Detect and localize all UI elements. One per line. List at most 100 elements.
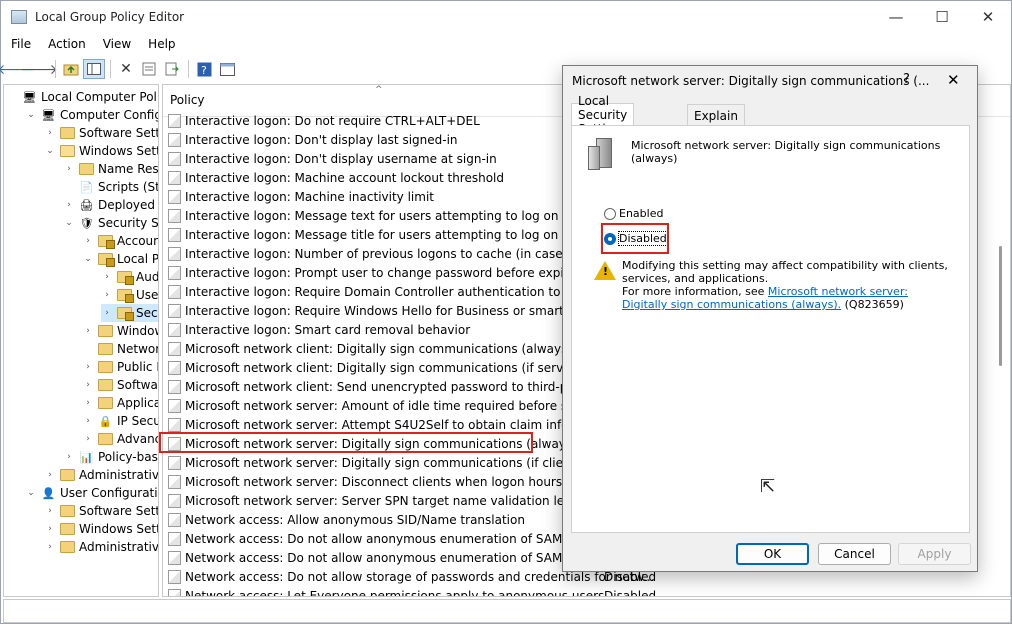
tree-item[interactable]: › User R: [101, 286, 158, 304]
tree-item[interactable]: ⌄ 🖥 Computer Configura: [25, 106, 158, 124]
tree-item[interactable]: › 📊 Policy-based: [63, 448, 158, 466]
chevron-right-icon[interactable]: ›: [82, 236, 94, 246]
properties-dialog: Microsoft network server: Digitally sign…: [562, 65, 978, 572]
policy-name: Interactive logon: Smart card removal be…: [185, 322, 471, 337]
tree-item[interactable]: 📄 Scripts (Startu: [63, 178, 158, 196]
disabled-option-outline: [601, 223, 669, 254]
tree-item[interactable]: ⌄ Local Poli: [82, 250, 158, 268]
folder-icon: [98, 343, 113, 355]
minimize-button[interactable]: —: [873, 1, 919, 33]
tree-item[interactable]: › Windows Setting: [44, 520, 158, 538]
tree-item[interactable]: › Applicatio: [82, 394, 158, 412]
export-list-icon[interactable]: [161, 59, 183, 79]
menu-view[interactable]: View: [96, 37, 138, 51]
chevron-down-icon[interactable]: ⌄: [25, 488, 37, 498]
tree-item[interactable]: › Software F: [82, 376, 158, 394]
warning-prefix: For more information, see: [622, 285, 768, 298]
up-folder-icon[interactable]: [60, 59, 82, 79]
chevron-right-icon[interactable]: ›: [82, 416, 94, 426]
chevron-right-icon[interactable]: ›: [63, 164, 75, 174]
chevron-right-icon[interactable]: ›: [101, 272, 113, 282]
tree-item[interactable]: › Audit: [101, 268, 158, 286]
scrollbar-thumb[interactable]: [999, 246, 1002, 366]
chevron-right-icon[interactable]: ›: [44, 470, 56, 480]
delete-icon[interactable]: ✕: [115, 59, 137, 79]
highlighted-policy-outline: [159, 432, 533, 453]
title-bar[interactable]: Local Group Policy Editor — ☐ ✕: [1, 1, 1011, 33]
tree-item[interactable]: ⌄ Windows Settings: [44, 142, 158, 160]
chevron-right-icon[interactable]: ›: [63, 200, 75, 210]
policy-setting: Disabled: [604, 588, 657, 597]
console-tree[interactable]: 🖥 Local Computer Policy ⌄ 🖥 Computer Configu…: [3, 84, 159, 597]
chevron-right-icon[interactable]: ›: [82, 398, 94, 408]
tree-item[interactable]: › Administrative Te: [44, 466, 158, 484]
tree-item[interactable]: › Public Key: [82, 358, 158, 376]
tree-item-label: Software F: [117, 378, 158, 392]
menu-action[interactable]: Action: [41, 37, 93, 51]
chevron-right-icon[interactable]: ›: [63, 452, 75, 462]
chevron-right-icon[interactable]: ›: [82, 362, 94, 372]
policy-column-header[interactable]: Policy: [170, 93, 205, 107]
maximize-button[interactable]: ☐: [919, 1, 965, 33]
tree-item[interactable]: › Account P: [82, 232, 158, 250]
chevron-right-icon[interactable]: ›: [82, 326, 94, 336]
chevron-down-icon[interactable]: ⌄: [82, 254, 94, 264]
tree-item[interactable]: ⌄ 👤 User Configuration: [25, 484, 158, 502]
chevron-down-icon[interactable]: ⌄: [63, 218, 75, 228]
script-icon: 📄: [79, 180, 94, 194]
show-hide-tree-icon[interactable]: [83, 59, 105, 79]
dialog-help-button[interactable]: ?: [903, 72, 910, 87]
policy-name: Microsoft network client: Send unencrypt…: [185, 379, 614, 394]
chevron-right-icon[interactable]: ›: [44, 128, 56, 138]
console-view-icon[interactable]: [216, 59, 238, 79]
tree-item[interactable]: › Administrative Te: [44, 538, 159, 556]
chevron-right-icon[interactable]: ›: [44, 506, 56, 516]
folder-icon: [60, 127, 75, 139]
menu-help[interactable]: Help: [141, 37, 182, 51]
properties-icon[interactable]: [138, 59, 160, 79]
warning-text: Modifying this setting may affect compat…: [622, 259, 952, 311]
tree-item[interactable]: ⌄ 🛡 Security Setti: [63, 214, 158, 232]
tree-item[interactable]: › 🔒 IP Security: [82, 412, 158, 430]
chevron-right-icon[interactable]: ›: [44, 542, 56, 552]
policy-row[interactable]: Network access: Let Everyone permissions…: [168, 586, 1008, 597]
chevron-down-icon[interactable]: ⌄: [44, 146, 56, 156]
tree-item[interactable]: › Software Settings: [44, 124, 158, 142]
tab-explain[interactable]: Explain: [687, 104, 745, 126]
tree-item[interactable]: › Name Resolu: [63, 160, 158, 178]
help-icon[interactable]: ?: [193, 59, 215, 79]
tree-item[interactable]: 🖥 Local Computer Policy: [6, 88, 158, 106]
policy-name: Interactive logon: Require Windows Hello…: [185, 303, 594, 318]
enabled-radio[interactable]: [604, 207, 616, 220]
dialog-close-button[interactable]: ✕: [947, 71, 960, 89]
policy-name-label: Microsoft network server: Digitally sign…: [631, 139, 941, 165]
tree-item[interactable]: › Securi: [101, 304, 158, 322]
tree-item-label: Local Computer Policy: [41, 90, 158, 104]
chevron-right-icon[interactable]: ›: [82, 434, 94, 444]
tab-local-security-setting[interactable]: Local Security Setting: [571, 94, 635, 136]
forward-icon[interactable]: 🡒: [20, 59, 58, 79]
policy-name: Interactive logon: Prompt user to change…: [185, 265, 599, 280]
tree-item[interactable]: › 🖨 Deployed Prir: [63, 196, 158, 214]
enabled-radio-option[interactable]: Enabled: [604, 207, 663, 220]
tree-item[interactable]: › Advanced: [82, 430, 158, 448]
menu-file[interactable]: File: [4, 37, 38, 51]
apply-button[interactable]: Apply: [898, 543, 971, 565]
tree-item-label: Administrative Te: [79, 540, 159, 554]
policy-name: Microsoft network server: Amount of idle…: [185, 398, 615, 413]
chevron-right-icon[interactable]: ›: [82, 380, 94, 390]
chevron-right-icon[interactable]: ›: [44, 524, 56, 534]
policy-icon: [168, 132, 181, 147]
cancel-button[interactable]: Cancel: [818, 543, 891, 565]
chevron-down-icon[interactable]: ⌄: [25, 110, 37, 120]
tree-item[interactable]: Network L: [82, 340, 158, 358]
chevron-right-icon[interactable]: ›: [101, 308, 113, 318]
warning-kb: (Q823659): [841, 298, 904, 311]
ok-button[interactable]: OK: [736, 543, 809, 565]
toolbar-separator: [110, 60, 111, 78]
chevron-right-icon[interactable]: ›: [101, 290, 113, 300]
tree-item[interactable]: › Software Settings: [44, 502, 158, 520]
policy-icon: [168, 113, 181, 128]
close-button[interactable]: ✕: [965, 1, 1011, 33]
tree-item[interactable]: › Windows: [82, 322, 158, 340]
